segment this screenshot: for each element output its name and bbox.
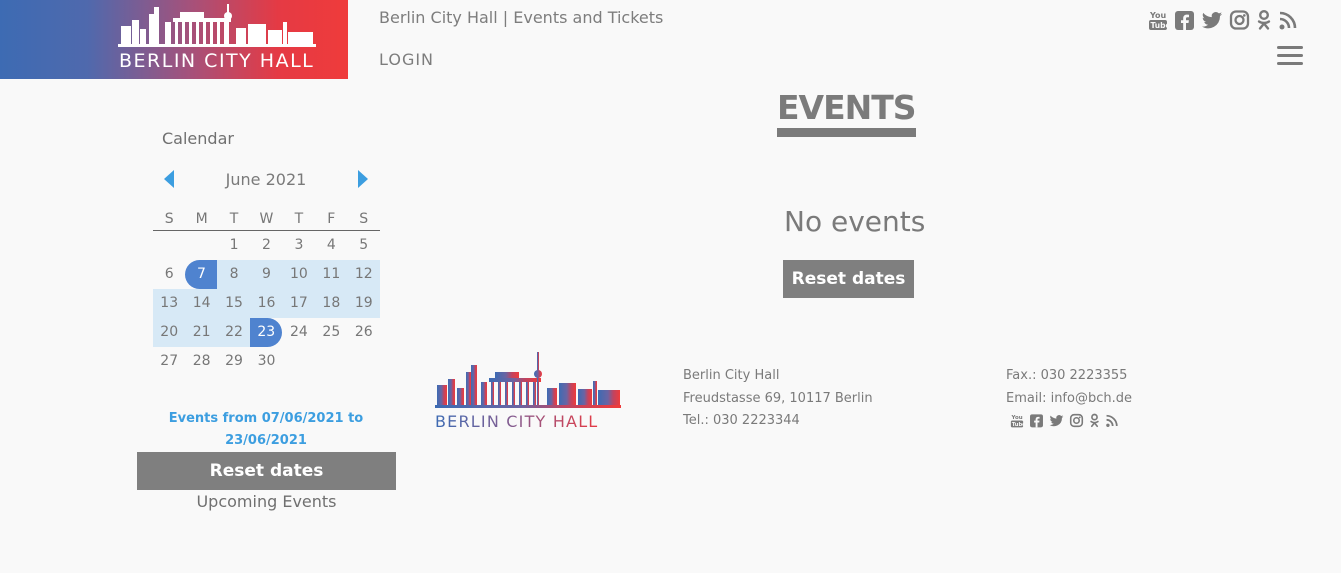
calendar-grid: S M T W T F S 1 2 3 4 5 6 7 8 9 10 11 12 13 14 15 16 17 1…	[153, 208, 380, 376]
footer-fax: Fax.: 030 2223355	[1006, 368, 1128, 383]
weekday-label: S	[164, 211, 174, 227]
calendar-weekday-row: S M T W T F S	[153, 208, 380, 231]
weekday-label: T	[294, 211, 304, 227]
calendar-day[interactable]: 3	[283, 231, 315, 260]
calendar-day[interactable]: 1	[218, 231, 250, 260]
range-start-day-label: 7	[185, 260, 218, 289]
calendar-day[interactable]: 26	[348, 318, 380, 347]
no-events-message: No events	[784, 205, 926, 238]
calendar-day[interactable]: 28	[185, 347, 217, 376]
footer-contact-block: Fax.: 030 2223355 Email: info@bch.de	[1006, 365, 1132, 410]
weekday-label: S	[359, 211, 369, 227]
calendar-day[interactable]: 10	[282, 260, 316, 289]
calendar-day[interactable]: 19	[347, 289, 380, 318]
calendar-day[interactable]: 8	[217, 260, 251, 289]
calendar-day[interactable]: 4	[315, 231, 347, 260]
calendar-empty-cell	[315, 347, 347, 376]
calendar-day[interactable]: 18	[315, 289, 348, 318]
odnoklassniki-icon[interactable]	[1089, 413, 1100, 432]
calendar-day[interactable]: 17	[282, 289, 316, 318]
calendar-day[interactable]: 6	[153, 260, 185, 289]
calendar-day[interactable]: 12	[347, 260, 380, 289]
calendar-week-row: 13 14 15 16 17 18 19	[153, 289, 380, 318]
calendar-day[interactable]: 11	[315, 260, 348, 289]
calendar-day[interactable]: 14	[185, 289, 218, 318]
calendar-label: Calendar	[162, 129, 234, 148]
hamburger-menu-icon[interactable]	[1277, 46, 1303, 66]
calendar-day[interactable]: 29	[218, 347, 250, 376]
footer-skyline-graphic	[435, 352, 621, 408]
calendar-weeks: 1 2 3 4 5 6 7 8 9 10 11 12 13 14 15 16 17 18 19 20 21 22 23 24 2…	[153, 231, 380, 376]
twitter-icon[interactable]	[1201, 9, 1223, 35]
svg-text:You: You	[1149, 11, 1167, 20]
calendar-day[interactable]: 21	[185, 318, 218, 347]
calendar-empty-cell	[153, 231, 185, 260]
calendar-month-title: June 2021	[225, 170, 307, 189]
site-title: Berlin City Hall | Events and Tickets	[379, 8, 664, 27]
footer-venue-name: Berlin City Hall	[683, 368, 780, 383]
rss-icon[interactable]	[1105, 413, 1119, 432]
calendar-day[interactable]: 20	[153, 318, 186, 347]
header-social-links: YouTube	[1148, 9, 1298, 35]
logo-text: BERLIN CITY HALL	[119, 50, 315, 72]
instagram-icon[interactable]	[1069, 413, 1084, 432]
facebook-icon[interactable]	[1174, 9, 1195, 35]
calendar-day[interactable]: 9	[250, 260, 283, 289]
calendar-day[interactable]: 7	[185, 260, 218, 289]
prev-month-arrow-icon[interactable]	[163, 169, 175, 193]
calendar-empty-cell	[283, 347, 315, 376]
footer-logo-text: BERLIN CITY HALL	[435, 412, 599, 431]
calendar-day[interactable]: 16	[250, 289, 283, 318]
calendar-day[interactable]: 25	[315, 318, 347, 347]
calendar-week-row: 27 28 29 30	[153, 347, 380, 376]
calendar-day[interactable]: 23	[250, 318, 283, 347]
twitter-icon[interactable]	[1049, 413, 1064, 432]
next-month-arrow-icon[interactable]	[357, 169, 369, 193]
footer-social-links: YouTube	[1010, 413, 1119, 432]
selected-range-text: Events from 07/06/2021 to 23/06/2021	[168, 411, 364, 448]
range-end-day-label: 23	[250, 318, 283, 347]
calendar-day[interactable]: 30	[250, 347, 282, 376]
skyline-logo-graphic	[118, 4, 316, 47]
weekday-label: W	[259, 211, 274, 227]
calendar-empty-cell	[348, 347, 380, 376]
reset-dates-main-button[interactable]: Reset dates	[783, 260, 914, 298]
weekday-label: F	[327, 211, 336, 227]
calendar-week-row: 6 7 8 9 10 11 12	[153, 260, 380, 289]
odnoklassniki-icon[interactable]	[1256, 9, 1272, 35]
footer-phone: Tel.: 030 2223344	[683, 413, 800, 428]
calendar-empty-cell	[185, 231, 217, 260]
calendar-week-row: 20 21 22 23 24 25 26	[153, 318, 380, 347]
youtube-icon[interactable]: YouTube	[1148, 9, 1171, 35]
footer-address-block: Berlin City Hall Freudstasse 69, 10117 B…	[683, 365, 873, 433]
footer-email[interactable]: Email: info@bch.de	[1006, 388, 1132, 411]
footer-street-address: Freudstasse 69, 10117 Berlin	[683, 390, 873, 406]
instagram-icon[interactable]	[1229, 9, 1250, 35]
calendar-day[interactable]: 27	[153, 347, 185, 376]
youtube-icon[interactable]: YouTube	[1010, 413, 1027, 432]
calendar-day[interactable]: 24	[283, 318, 315, 347]
weekday-label: T	[229, 211, 239, 227]
calendar-day[interactable]: 5	[348, 231, 380, 260]
svg-text:You: You	[1011, 415, 1023, 421]
calendar-day[interactable]: 2	[250, 231, 282, 260]
calendar-day[interactable]: 13	[153, 289, 186, 318]
reset-dates-button[interactable]: Reset dates	[137, 452, 396, 490]
calendar-day[interactable]: 22	[217, 318, 251, 347]
upcoming-events-link[interactable]: Upcoming Events	[137, 492, 396, 511]
weekday-label: M	[195, 211, 208, 227]
footer-logo[interactable]	[435, 352, 621, 414]
page-title: EVENTS	[777, 88, 917, 137]
login-link[interactable]: LOGIN	[379, 50, 434, 69]
calendar-day[interactable]: 15	[217, 289, 251, 318]
site-logo[interactable]: BERLIN CITY HALL	[0, 0, 348, 79]
calendar-week-row: 12345	[153, 231, 380, 260]
svg-text:Tube: Tube	[1151, 21, 1169, 30]
svg-text:Tube: Tube	[1012, 422, 1024, 428]
rss-icon[interactable]	[1278, 9, 1298, 35]
facebook-icon[interactable]	[1029, 413, 1044, 432]
